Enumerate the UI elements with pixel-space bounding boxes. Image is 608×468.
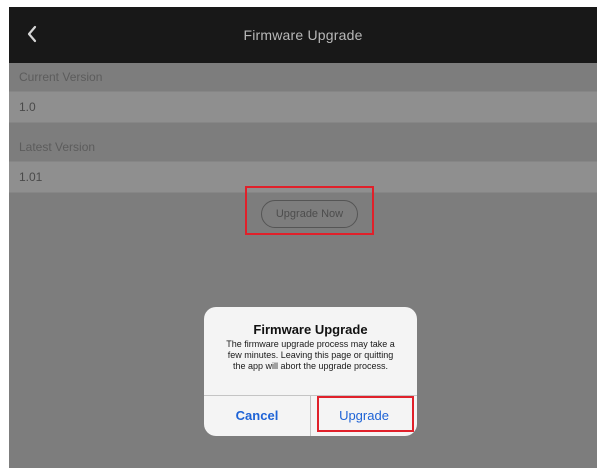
navigation-bar: Firmware Upgrade: [9, 7, 597, 63]
upgrade-now-button[interactable]: Upgrade Now: [261, 200, 358, 228]
app-screen: Firmware Upgrade Current Version 1.0 Lat…: [9, 7, 597, 468]
latest-version-label: Latest Version: [19, 140, 96, 154]
page-title: Firmware Upgrade: [243, 27, 363, 43]
upgrade-button[interactable]: Upgrade: [311, 396, 417, 436]
dialog-message: The firmware upgrade process may take a …: [226, 339, 395, 371]
dialog-title: Firmware Upgrade: [253, 322, 368, 337]
latest-version-row: 1.01: [9, 161, 597, 193]
latest-version-value: 1.01: [19, 170, 43, 184]
current-version-label: Current Version: [19, 70, 103, 84]
current-version-row: 1.0: [9, 91, 597, 123]
current-version-value: 1.0: [19, 100, 36, 114]
cancel-button[interactable]: Cancel: [204, 396, 310, 436]
upgrade-confirm-dialog: Firmware Upgrade The firmware upgrade pr…: [204, 307, 417, 436]
